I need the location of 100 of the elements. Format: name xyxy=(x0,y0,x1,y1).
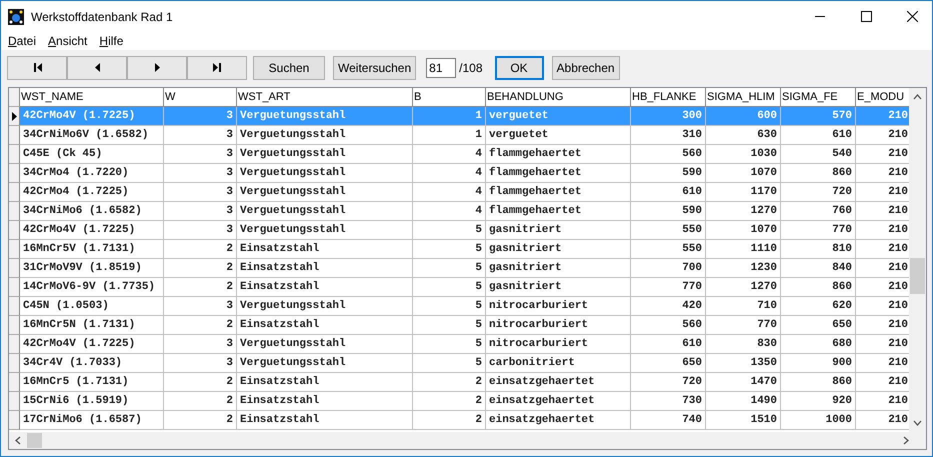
column-header[interactable]: BEHANDLUNG xyxy=(486,88,631,107)
table-cell: 590 xyxy=(631,202,706,221)
table-cell: 3 xyxy=(164,354,237,373)
table-cell: 1 xyxy=(413,107,486,126)
table-cell: 2 xyxy=(164,411,237,430)
table-cell: 1 xyxy=(413,126,486,145)
table-cell: 590 xyxy=(631,164,706,183)
table-cell: 3 xyxy=(164,164,237,183)
table-cell: 42CrMo4 (1.7225) xyxy=(20,183,164,202)
maximize-icon[interactable] xyxy=(861,11,872,22)
pointer-icon xyxy=(12,112,16,120)
table-cell: 14CrMoV6-9V (1.7735) xyxy=(20,278,164,297)
table-cell: 17CrNiMo6 (1.6587) xyxy=(20,411,164,430)
search-next-button[interactable]: Weitersuchen xyxy=(333,56,416,80)
close-icon[interactable] xyxy=(907,11,918,22)
table-cell: 770 xyxy=(631,278,706,297)
table-cell: carbonitriert xyxy=(486,354,631,373)
scrollbar-thumb[interactable] xyxy=(910,258,925,294)
table-cell: 2 xyxy=(164,316,237,335)
right-arrow-icon xyxy=(212,63,222,72)
table-cell: 3 xyxy=(164,145,237,164)
table-cell: 5 xyxy=(413,278,486,297)
table-cell: 310 xyxy=(631,126,706,145)
table-cell: 5 xyxy=(413,240,486,259)
table-cell: 5 xyxy=(413,316,486,335)
table-cell: 1070 xyxy=(706,221,781,240)
table-cell: Einsatzstahl xyxy=(237,240,413,259)
table-cell: verguetet xyxy=(486,107,631,126)
table-cell: 1490 xyxy=(706,392,781,411)
table-cell: 1170 xyxy=(706,183,781,202)
table-cell: 34CrMo4 (1.7220) xyxy=(20,164,164,183)
table-cell: 2 xyxy=(164,278,237,297)
table-cell: 16MnCr5N (1.7131) xyxy=(20,316,164,335)
navigation-button[interactable] xyxy=(187,56,247,80)
right-arrow-icon xyxy=(152,63,162,72)
table-cell: 2 xyxy=(164,392,237,411)
column-header[interactable]: SIGMA_HLIM xyxy=(706,88,781,107)
table-cell: 16MnCr5 (1.7131) xyxy=(20,373,164,392)
horizontal-scrollbar[interactable] xyxy=(9,432,926,449)
column-header[interactable]: B xyxy=(413,88,486,107)
table-cell: 42CrMo4V (1.7225) xyxy=(20,221,164,240)
table-cell: Verguetungsstahl xyxy=(237,145,413,164)
row-selector[interactable] xyxy=(9,107,20,126)
table-cell: 860 xyxy=(781,278,856,297)
table-cell: gasnitriert xyxy=(486,259,631,278)
table-cell: 920 xyxy=(781,392,856,411)
table-cell: 5 xyxy=(413,354,486,373)
column-header[interactable]: WST_NAME xyxy=(20,88,164,107)
table-cell: 550 xyxy=(631,240,706,259)
window-title: Werkstoffdatenbank Rad 1 xyxy=(31,10,173,24)
navigation-button[interactable] xyxy=(7,56,67,80)
record-field[interactable]: 81 xyxy=(426,58,456,78)
table-cell: 34Cr4V (1.7033) xyxy=(20,354,164,373)
menu-item[interactable]: Hilfe xyxy=(99,34,124,48)
menu-item[interactable]: Ansicht xyxy=(48,34,88,48)
table-cell: 860 xyxy=(781,373,856,392)
cancel-button[interactable]: Abbrechen xyxy=(552,56,620,80)
table-cell: 720 xyxy=(781,183,856,202)
table-cell: 4 xyxy=(413,202,486,221)
column-header[interactable]: SIGMA_FE xyxy=(781,88,856,107)
table-cell: nitrocarburiert xyxy=(486,335,631,354)
table-cell: Verguetungsstahl xyxy=(237,354,413,373)
table-cell: 760 xyxy=(781,202,856,221)
table-cell: 830 xyxy=(706,335,781,354)
table-cell: 1230 xyxy=(706,259,781,278)
app-icon xyxy=(8,8,24,24)
table-cell: 42CrMo4V (1.7225) xyxy=(20,335,164,354)
table-cell: 3 xyxy=(164,107,237,126)
table-cell: 680 xyxy=(781,335,856,354)
table-cell: 2 xyxy=(164,373,237,392)
table-cell: 4 xyxy=(413,164,486,183)
table-cell: 1470 xyxy=(706,373,781,392)
table-cell: verguetet xyxy=(486,126,631,145)
table-cell: gasnitriert xyxy=(486,278,631,297)
table-cell: 3 xyxy=(164,335,237,354)
table-cell: 3 xyxy=(164,202,237,221)
table-cell: 34CrNiMo6V (1.6582) xyxy=(20,126,164,145)
search-button[interactable]: Suchen xyxy=(253,56,325,80)
menu-item[interactable]: Datei xyxy=(8,34,36,48)
table-cell: 34CrNiMo6 (1.6582) xyxy=(20,202,164,221)
column-header[interactable]: WST_ART xyxy=(237,88,413,107)
table-cell: Einsatzstahl xyxy=(237,411,413,430)
column-header[interactable]: W xyxy=(164,88,237,107)
table-cell: 1350 xyxy=(706,354,781,373)
table-cell: 16MnCr5V (1.7131) xyxy=(20,240,164,259)
table-cell: Verguetungsstahl xyxy=(237,164,413,183)
table-cell: 31CrMoV9V (1.8519) xyxy=(20,259,164,278)
table-cell: 5 xyxy=(413,259,486,278)
ok-button[interactable]: OK xyxy=(494,56,544,80)
table-cell: Einsatzstahl xyxy=(237,316,413,335)
table-cell: 2 xyxy=(164,240,237,259)
table-cell: 740 xyxy=(631,411,706,430)
table-cell: 650 xyxy=(781,316,856,335)
table-cell: C45E (Ck 45) xyxy=(20,145,164,164)
vertical-scrollbar[interactable] xyxy=(909,88,926,432)
table-cell: 570 xyxy=(781,107,856,126)
table-cell: 720 xyxy=(631,373,706,392)
column-header[interactable]: HB_FLANKE xyxy=(631,88,706,107)
scrollbar-thumb[interactable] xyxy=(27,433,42,448)
table-cell: flammgehaertet xyxy=(486,164,631,183)
